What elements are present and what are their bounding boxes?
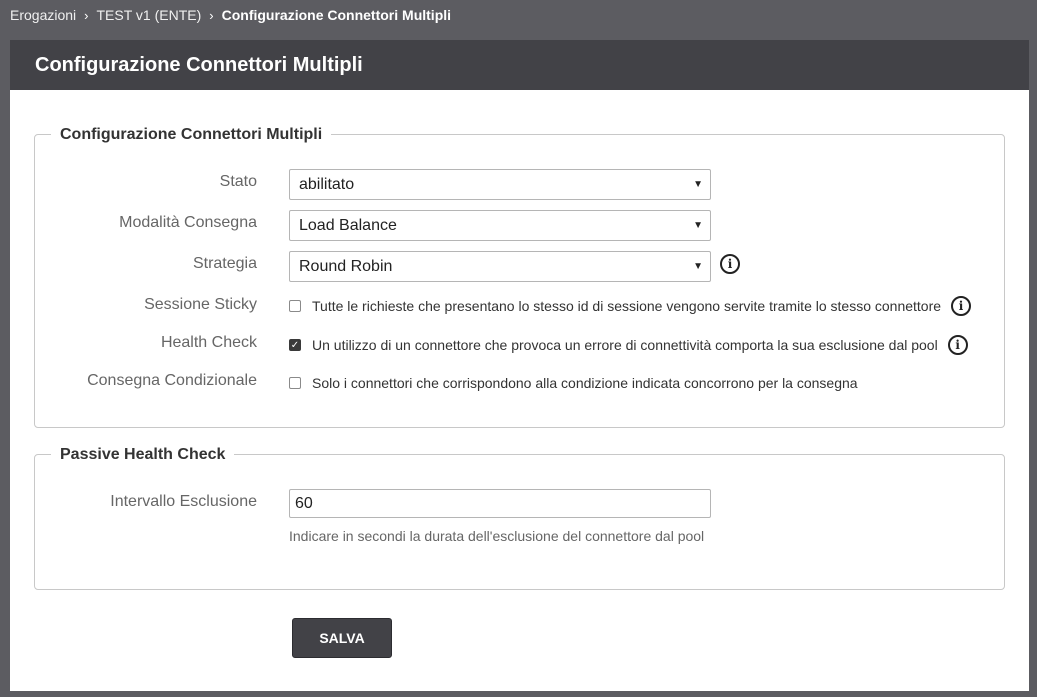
label-modalita-consegna: Modalità Consegna	[119, 214, 257, 231]
breadcrumb: Erogazioni › TEST v1 (ENTE) › Configuraz…	[10, 5, 451, 25]
chevron-right-icon: ›	[84, 7, 89, 23]
fieldset-legend: Configurazione Connettori Multipli	[51, 125, 332, 145]
select-strategia-value: Round Robin	[299, 257, 393, 275]
breadcrumb-item-erogazioni[interactable]: Erogazioni	[10, 7, 76, 23]
row-modalita-consegna: Modalità Consegna Load Balance ▼	[35, 210, 1004, 241]
checkbox-health-check-text: Un utilizzo di un connettore che provoca…	[312, 337, 938, 353]
fieldset-connettori-multipli: Configurazione Connettori Multipli Stato…	[34, 125, 1005, 428]
checkmark-icon: ✓	[290, 339, 300, 351]
label-consegna-condizionale: Consegna Condizionale	[87, 372, 257, 389]
input-intervallo-esclusione[interactable]: 60	[289, 489, 711, 518]
info-icon[interactable]: i	[951, 296, 972, 316]
help-intervallo-esclusione: Indicare in secondi la durata dell'esclu…	[289, 528, 705, 544]
row-sessione-sticky: Sessione Sticky Tutte le richieste che p…	[35, 295, 1004, 317]
caret-down-icon: ▼	[693, 220, 703, 231]
label-sessione-sticky: Sessione Sticky	[144, 295, 257, 313]
chevron-right-icon: ›	[209, 7, 214, 23]
checkbox-consegna-condizionale-text: Solo i connettori che corrispondono alla…	[312, 375, 858, 391]
fieldset-passive-health-check: Passive Health Check Intervallo Esclusio…	[34, 445, 1005, 590]
row-stato: Stato abilitato ▼	[35, 169, 1004, 200]
caret-down-icon: ▼	[693, 179, 703, 190]
checkbox-health-check[interactable]: ✓	[289, 339, 301, 351]
breadcrumb-item-test[interactable]: TEST v1 (ENTE)	[97, 7, 202, 23]
select-stato[interactable]: abilitato ▼	[289, 169, 711, 200]
label-stato: Stato	[219, 173, 257, 190]
checkbox-consegna-condizionale[interactable]	[289, 377, 301, 389]
row-health-check: Health Check ✓ Un utilizzo di un connett…	[35, 334, 1004, 356]
page-title: Configurazione Connettori Multipli	[35, 53, 363, 76]
save-button[interactable]: SALVA	[292, 618, 392, 658]
fieldset-legend: Passive Health Check	[51, 445, 235, 465]
label-health-check: Health Check	[160, 334, 257, 351]
info-icon[interactable]: i	[720, 253, 740, 274]
main-panel: Configurazione Connettori Multipli Confi…	[10, 40, 1029, 691]
caret-down-icon: ▼	[693, 261, 703, 272]
row-consegna-condizionale: Consegna Condizionale Solo i connettori …	[35, 372, 1004, 394]
info-icon[interactable]: i	[947, 335, 968, 355]
select-stato-value: abilitato	[299, 175, 355, 193]
select-strategia[interactable]: Round Robin ▼	[289, 251, 711, 282]
panel-header: Configurazione Connettori Multipli	[10, 40, 1029, 90]
checkbox-sessione-sticky-text: Tutte le richieste che presentano lo ste…	[312, 298, 942, 314]
row-strategia: Strategia Round Robin ▼ i	[35, 251, 1004, 282]
select-modalita-consegna[interactable]: Load Balance ▼	[289, 210, 711, 241]
label-strategia: Strategia	[192, 255, 257, 272]
breadcrumb-current: Configurazione Connettori Multipli	[221, 7, 452, 23]
checkbox-sessione-sticky[interactable]	[289, 300, 301, 312]
row-intervallo-esclusione: Intervallo Esclusione 60	[35, 489, 1004, 518]
select-modalita-value: Load Balance	[299, 216, 397, 234]
label-intervallo-esclusione: Intervallo Esclusione	[110, 492, 257, 510]
